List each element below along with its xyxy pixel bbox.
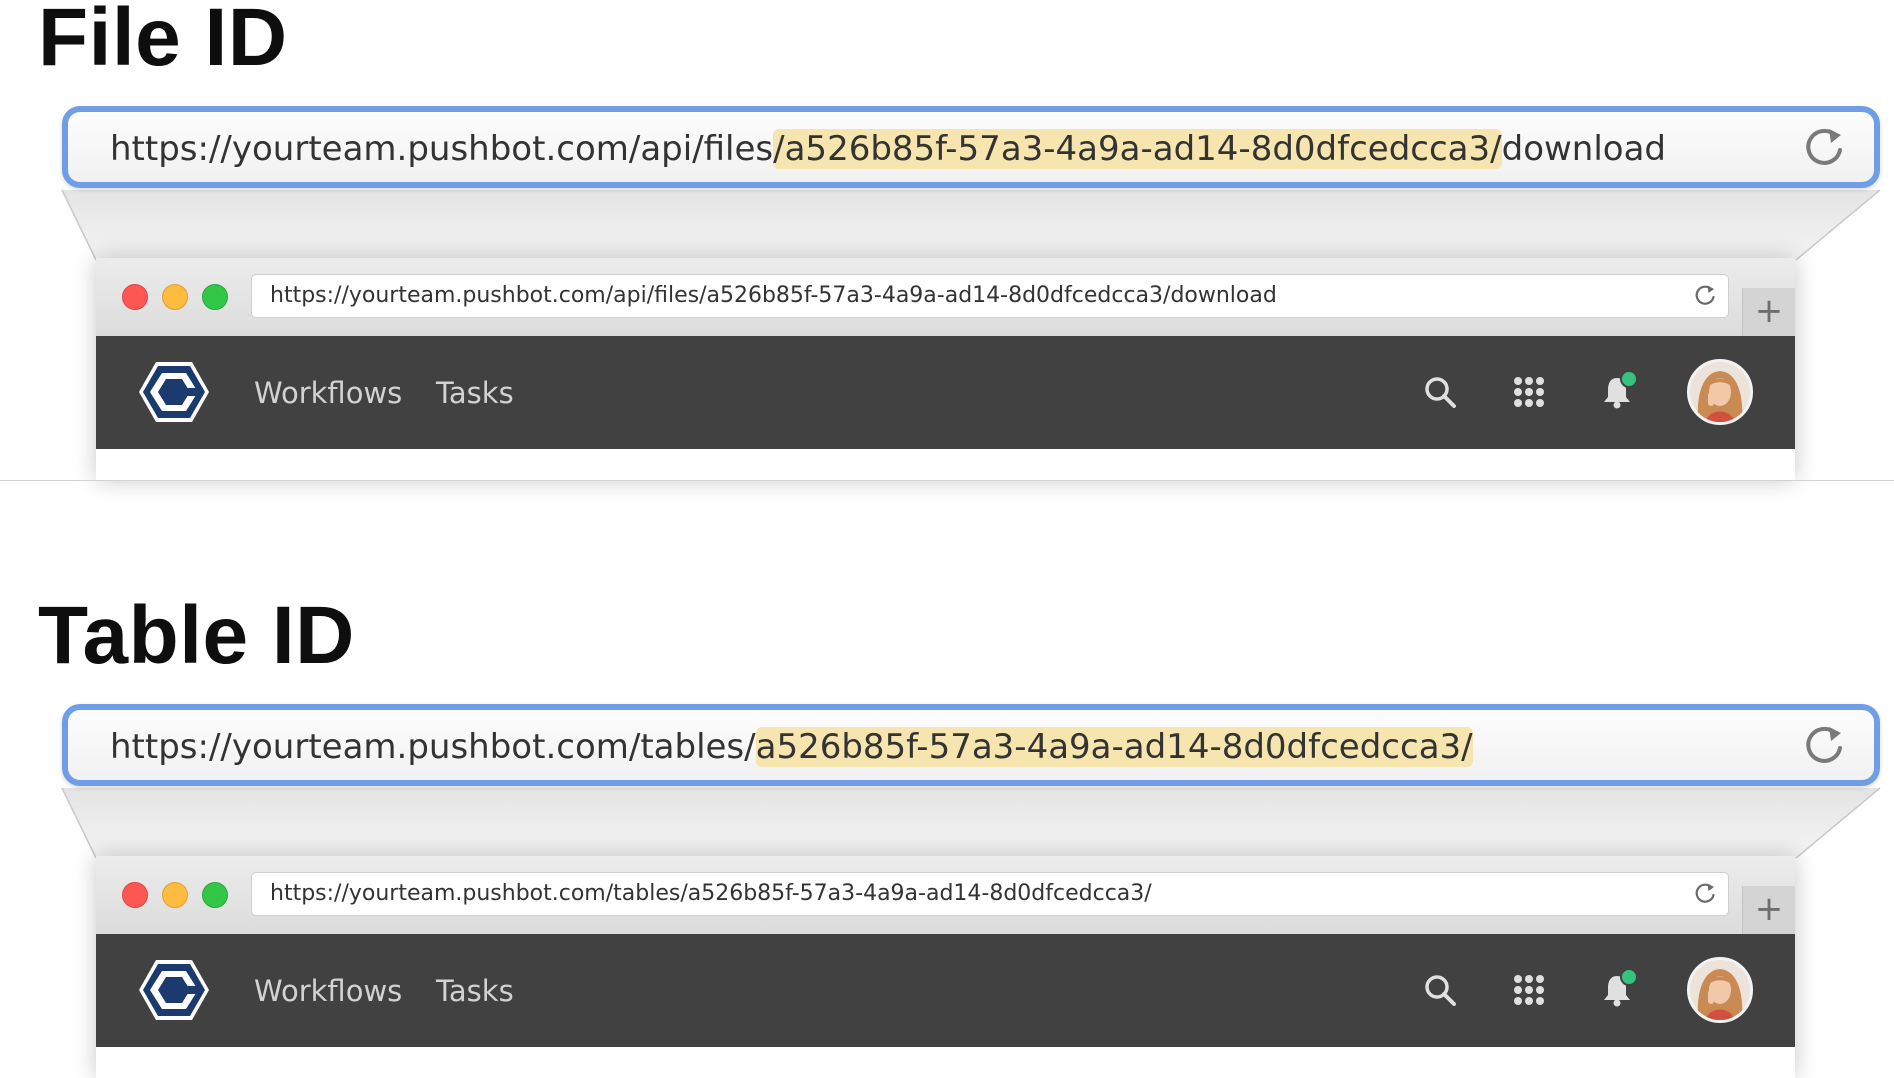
address-bar-url[interactable]: https://yourteam.pushbot.com/api/files/a…: [270, 275, 1277, 317]
avatar[interactable]: [1687, 359, 1753, 425]
close-window-button[interactable]: [122, 284, 148, 310]
table-id-section: Table ID https://yourteam.pushbot.com/ta…: [0, 590, 1894, 1078]
reload-icon: [1806, 128, 1842, 165]
browser-window: https://yourteam.pushbot.com/tables/a526…: [96, 856, 1795, 1078]
browser-toolbar: https://yourteam.pushbot.com/tables/a526…: [96, 856, 1795, 935]
close-window-button[interactable]: [122, 882, 148, 908]
reload-icon: [1806, 726, 1842, 763]
url-prefix: https://yourteam.pushbot.com/tables/: [110, 727, 756, 767]
zoomed-url-text: https://yourteam.pushbot.com/api/files/a…: [110, 125, 1666, 173]
search-icon[interactable]: [1422, 374, 1458, 410]
section-divider: [0, 480, 1894, 481]
zoomed-address-bar: https://yourteam.pushbot.com/api/files/a…: [62, 106, 1880, 188]
pushbot-logo[interactable]: [138, 956, 210, 1024]
url-prefix: https://yourteam.pushbot.com/api/files: [110, 129, 774, 169]
app-header: Workflows Tasks: [96, 336, 1795, 449]
pushbot-logo[interactable]: [138, 358, 210, 426]
zoomed-address-bar: https://yourteam.pushbot.com/tables/a526…: [62, 704, 1880, 786]
apps-grid-icon[interactable]: [1511, 374, 1547, 410]
avatar[interactable]: [1687, 957, 1753, 1023]
url-id-highlight: a526b85f-57a3-4a9a-ad14-8d0dfcedcca3/: [755, 727, 1473, 767]
new-tab-button[interactable]: +: [1742, 288, 1795, 336]
address-bar-url[interactable]: https://yourteam.pushbot.com/tables/a526…: [270, 873, 1152, 915]
address-bar[interactable]: https://yourteam.pushbot.com/api/files/a…: [251, 274, 1729, 318]
nav-tasks[interactable]: Tasks: [436, 970, 514, 1012]
address-bar[interactable]: https://yourteam.pushbot.com/tables/a526…: [251, 872, 1729, 916]
reload-icon[interactable]: [1692, 881, 1718, 907]
minimize-window-button[interactable]: [162, 882, 188, 908]
minimize-window-button[interactable]: [162, 284, 188, 310]
search-icon[interactable]: [1422, 972, 1458, 1008]
url-suffix: download: [1501, 129, 1667, 169]
maximize-window-button[interactable]: [202, 882, 228, 908]
section-heading: Table ID: [38, 590, 355, 681]
maximize-window-button[interactable]: [202, 284, 228, 310]
nav-workflows[interactable]: Workflows: [254, 970, 402, 1012]
notification-dot: [1620, 968, 1638, 986]
browser-toolbar: https://yourteam.pushbot.com/api/files/a…: [96, 258, 1795, 337]
avatar-image: [1690, 362, 1750, 422]
apps-grid-icon[interactable]: [1511, 972, 1547, 1008]
reload-icon[interactable]: [1692, 283, 1718, 309]
app-header: Workflows Tasks: [96, 934, 1795, 1047]
url-id-highlight: /a526b85f-57a3-4a9a-ad14-8d0dfcedcca3/: [773, 129, 1502, 169]
section-heading: File ID: [38, 0, 288, 83]
zoomed-url-text: https://yourteam.pushbot.com/tables/a526…: [110, 723, 1473, 771]
notification-dot: [1620, 370, 1638, 388]
avatar-image: [1690, 960, 1750, 1020]
file-id-section: File ID https://yourteam.pushbot.com/api…: [0, 0, 1894, 480]
new-tab-button[interactable]: +: [1742, 886, 1795, 934]
browser-window: https://yourteam.pushbot.com/api/files/a…: [96, 258, 1795, 480]
nav-tasks[interactable]: Tasks: [436, 372, 514, 414]
nav-workflows[interactable]: Workflows: [254, 372, 402, 414]
